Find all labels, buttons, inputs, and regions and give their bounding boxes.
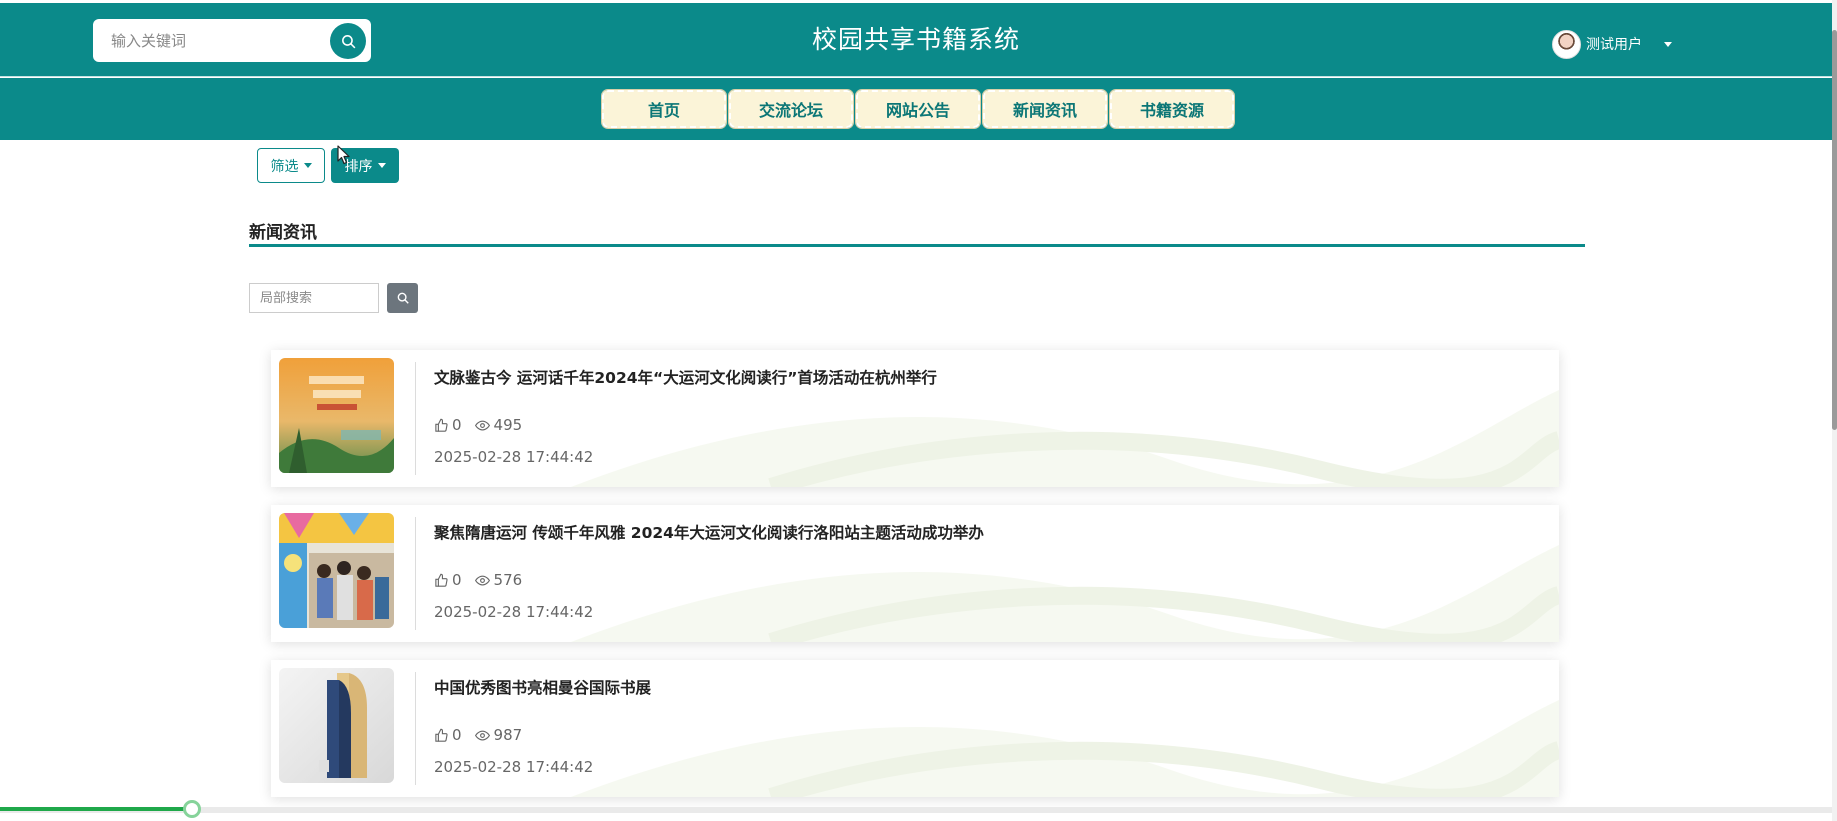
nav-item-label: 网站公告 (885, 101, 950, 120)
news-thumbnail[interactable] (279, 358, 394, 473)
search-icon (397, 292, 409, 304)
local-search-button[interactable] (387, 283, 418, 313)
like-count: 0 (452, 726, 462, 744)
main-nav: 首页 交流论坛 网站公告 新闻资讯 书籍资源 (601, 89, 1235, 139)
mouse-cursor-icon (337, 145, 350, 165)
progress-handle[interactable] (183, 800, 201, 818)
news-time: 2025-02-28 17:44:42 (434, 603, 594, 621)
news-card[interactable]: 文脉鉴古今 运河话千年2024年“大运河文化阅读行”首场活动在杭州举行 0 49… (271, 350, 1559, 487)
user-menu[interactable]: 测试用户 (1552, 29, 1672, 59)
news-title[interactable]: 文脉鉴古今 运河话千年2024年“大运河文化阅读行”首场活动在杭州举行 (434, 366, 937, 388)
card-divider (415, 672, 416, 785)
view-count: 987 (493, 726, 523, 744)
news-time: 2025-02-28 17:44:42 (434, 448, 594, 466)
caret-down-icon (377, 163, 386, 168)
like-count: 0 (452, 571, 462, 589)
progress-track[interactable] (0, 807, 1832, 813)
section-divider (249, 244, 1585, 247)
like-stat[interactable]: 0 (434, 726, 462, 744)
avatar (1552, 29, 1581, 59)
eye-icon (474, 575, 490, 585)
chevron-down-icon (1664, 41, 1672, 47)
nav-item-home[interactable]: 首页 (601, 89, 727, 129)
like-stat[interactable]: 0 (434, 416, 462, 434)
nav-item-label: 首页 (647, 101, 680, 120)
thumbs-up-icon (435, 573, 448, 587)
eye-icon (474, 420, 490, 430)
global-search-input[interactable] (109, 28, 319, 54)
nav-item-news[interactable]: 新闻资讯 (982, 89, 1108, 139)
main-nav-bar: 首页 交流论坛 网站公告 新闻资讯 书籍资源 (0, 78, 1832, 140)
news-title[interactable]: 中国优秀图书亮相曼谷国际书展 (434, 676, 651, 698)
caret-down-icon (303, 163, 312, 168)
news-thumbnail[interactable] (279, 513, 394, 628)
news-thumbnail[interactable] (279, 668, 394, 783)
news-image (279, 668, 394, 783)
nav-item-label: 交流论坛 (758, 101, 823, 120)
view-stat: 495 (474, 416, 523, 434)
section-title: 新闻资讯 (249, 223, 317, 243)
search-icon (341, 34, 355, 48)
news-image (279, 513, 394, 628)
global-search-box (93, 19, 371, 62)
news-image (279, 358, 394, 473)
nav-item-announcements[interactable]: 网站公告 (855, 89, 981, 129)
top-header: 校园共享书籍系统 测试用户 (0, 3, 1832, 77)
like-count: 0 (452, 416, 462, 434)
news-card[interactable]: 中国优秀图书亮相曼谷国际书展 0 987 2025-02-28 17:44:42 (271, 660, 1559, 797)
thumbs-up-icon (435, 728, 448, 742)
news-card[interactable]: 聚焦隋唐运河 传颂千年风雅 2024年大运河文化阅读行洛阳站主题活动成功举办 0… (271, 505, 1559, 642)
news-list: 文脉鉴古今 运河话千年2024年“大运河文化阅读行”首场活动在杭州举行 0 49… (271, 350, 1559, 815)
view-stat: 576 (474, 571, 523, 589)
card-divider (415, 517, 416, 630)
user-name: 测试用户 (1586, 37, 1642, 53)
local-search-input[interactable] (249, 283, 379, 313)
eye-icon (474, 730, 490, 740)
news-time: 2025-02-28 17:44:42 (434, 758, 594, 776)
nav-item-label: 书籍资源 (1139, 101, 1204, 120)
scrollbar-thumb[interactable] (1832, 30, 1837, 430)
nav-item-label: 新闻资讯 (1012, 101, 1077, 120)
view-count: 495 (493, 416, 523, 434)
global-search-button[interactable] (330, 23, 366, 59)
site-title: 校园共享书籍系统 (811, 25, 1020, 54)
news-title[interactable]: 聚焦隋唐运河 传颂千年风雅 2024年大运河文化阅读行洛阳站主题活动成功举办 (434, 521, 984, 543)
filter-dropdown-button[interactable]: 筛选 (257, 148, 325, 183)
view-count: 576 (493, 571, 523, 589)
news-stats: 0 987 (434, 726, 534, 744)
news-stats: 0 495 (434, 416, 534, 434)
progress-fill (0, 807, 192, 811)
thumbs-up-icon (435, 418, 448, 432)
nav-item-books[interactable]: 书籍资源 (1109, 89, 1235, 129)
card-divider (415, 362, 416, 475)
news-stats: 0 576 (434, 571, 534, 589)
like-stat[interactable]: 0 (434, 571, 462, 589)
view-stat: 987 (474, 726, 523, 744)
filter-label: 筛选 (270, 158, 299, 175)
nav-item-forum[interactable]: 交流论坛 (728, 89, 854, 129)
